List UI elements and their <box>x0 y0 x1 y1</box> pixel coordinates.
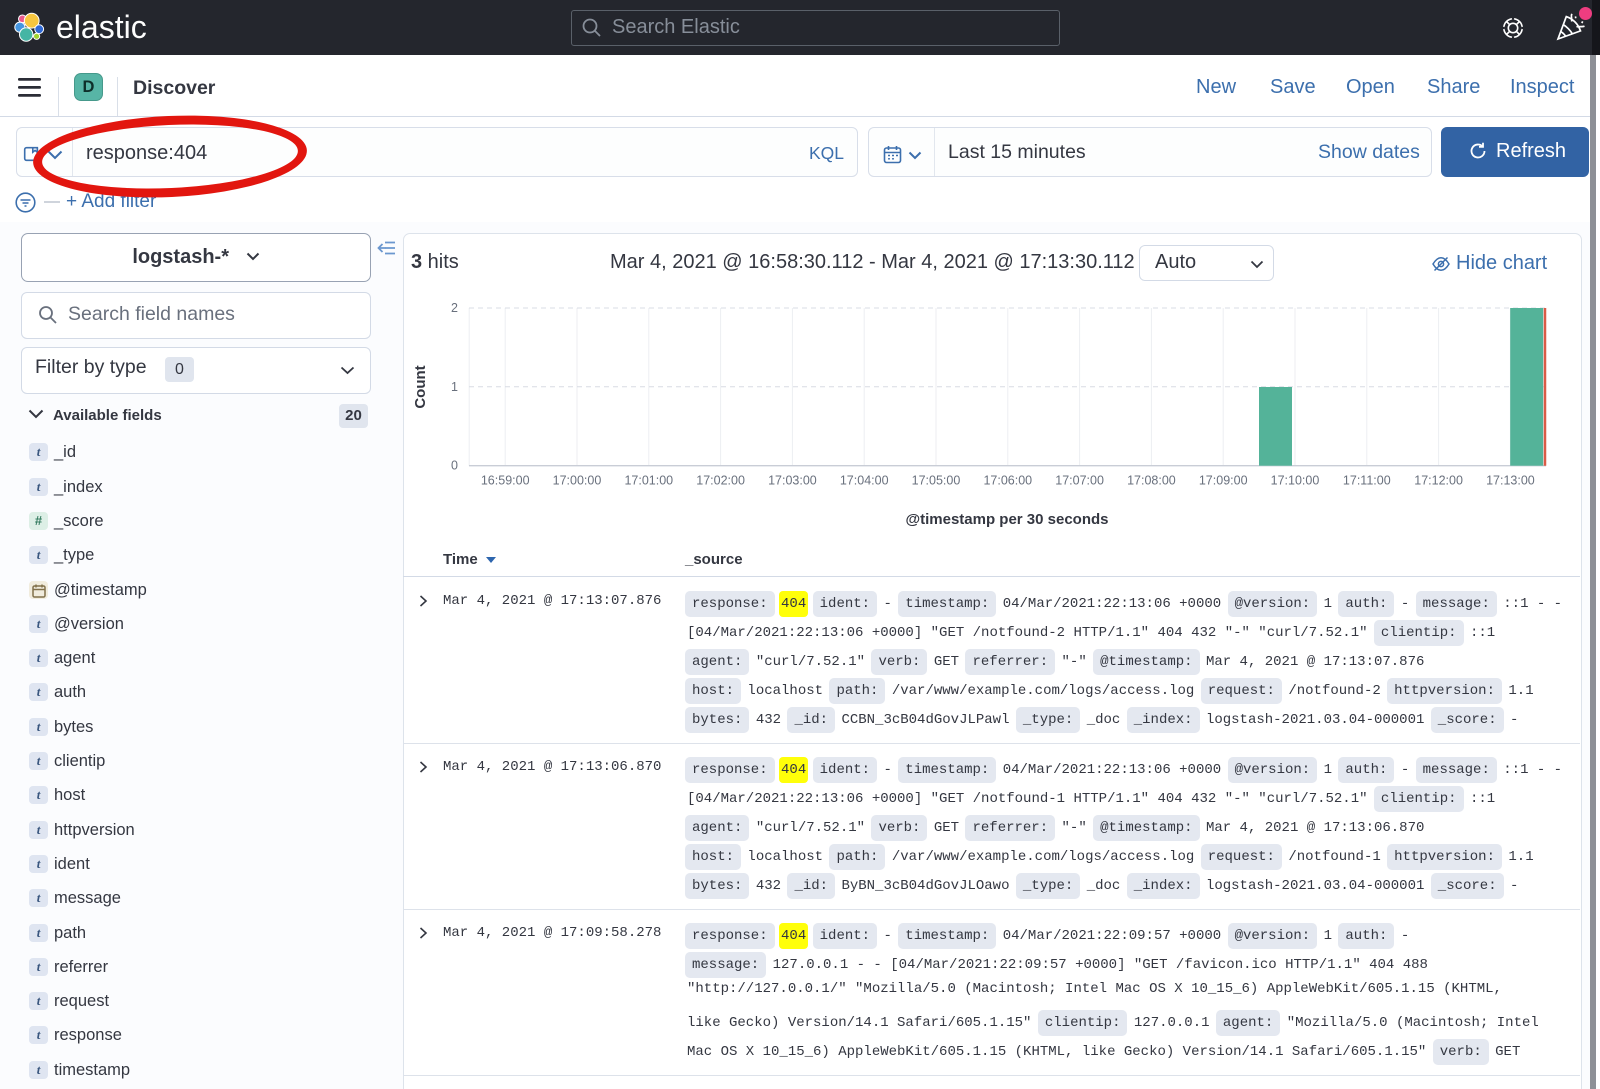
svg-text:17:13:00: 17:13:00 <box>1486 474 1535 488</box>
svg-text:17:05:00: 17:05:00 <box>912 474 961 488</box>
svg-text:17:03:00: 17:03:00 <box>768 474 817 488</box>
svg-text:0: 0 <box>451 459 458 473</box>
svg-text:17:08:00: 17:08:00 <box>1127 474 1176 488</box>
svg-text:17:01:00: 17:01:00 <box>624 474 673 488</box>
svg-text:16:59:00: 16:59:00 <box>481 474 530 488</box>
svg-text:17:02:00: 17:02:00 <box>696 474 745 488</box>
svg-text:17:09:00: 17:09:00 <box>1199 474 1248 488</box>
svg-text:17:07:00: 17:07:00 <box>1055 474 1104 488</box>
svg-text:17:00:00: 17:00:00 <box>553 474 602 488</box>
svg-text:2: 2 <box>451 301 458 315</box>
svg-text:17:06:00: 17:06:00 <box>983 474 1032 488</box>
svg-text:17:10:00: 17:10:00 <box>1271 474 1320 488</box>
svg-text:Count: Count <box>412 365 429 408</box>
svg-text:17:11:00: 17:11:00 <box>1343 474 1391 488</box>
svg-text:@timestamp per 30 seconds: @timestamp per 30 seconds <box>905 511 1108 528</box>
svg-text:1: 1 <box>451 380 458 394</box>
svg-text:17:12:00: 17:12:00 <box>1414 474 1463 488</box>
svg-text:17:04:00: 17:04:00 <box>840 474 889 488</box>
